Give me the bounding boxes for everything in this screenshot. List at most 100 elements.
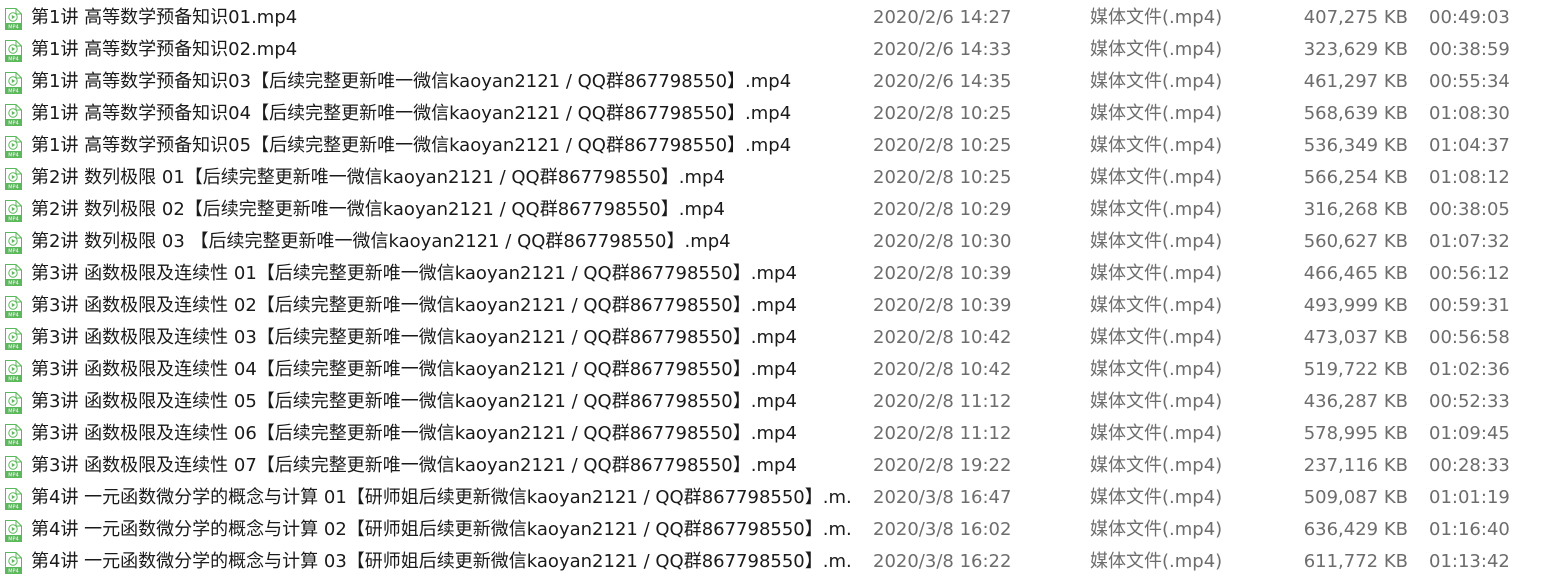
mp4-badge-label: MP4 <box>8 280 19 286</box>
file-type: 媒体文件(.mp4) <box>1090 135 1223 156</box>
file-name: 第1讲 高等数学预备知识01.mp4 <box>31 7 298 28</box>
mp4-badge-label: MP4 <box>8 408 19 414</box>
file-name: 第3讲 函数极限及连续性 01【后续完整更新唯一微信kaoyan2121 / Q… <box>31 263 797 284</box>
file-type: 媒体文件(.mp4) <box>1090 103 1223 124</box>
file-modified-date: 2020/2/8 11:12 <box>873 391 1012 412</box>
file-row[interactable]: MP4 第3讲 函数极限及连续性 07【后续完整更新唯一微信kaoyan2121 … <box>0 450 1548 482</box>
mp4-badge-label: MP4 <box>8 344 19 350</box>
file-type: 媒体文件(.mp4) <box>1090 519 1223 540</box>
file-modified-date: 2020/2/8 19:22 <box>873 455 1012 476</box>
mp4-file-icon: MP4 <box>4 200 22 222</box>
file-duration: 00:38:59 <box>1429 39 1510 60</box>
file-duration: 01:02:36 <box>1429 359 1510 380</box>
mp4-file-icon: MP4 <box>4 424 22 446</box>
file-name: 第1讲 高等数学预备知识03【后续完整更新唯一微信kaoyan2121 / QQ… <box>31 71 792 92</box>
file-modified-date: 2020/2/8 10:25 <box>873 167 1012 188</box>
file-name: 第4讲 一元函数微分学的概念与计算 02【研师姐后续更新微信kaoyan2121… <box>31 519 851 540</box>
file-row[interactable]: MP4 第3讲 函数极限及连续性 05【后续完整更新唯一微信kaoyan2121 … <box>0 386 1548 418</box>
file-modified-date: 2020/2/6 14:27 <box>873 7 1012 28</box>
file-row[interactable]: MP4 第1讲 高等数学预备知识02.mp4 2020/2/6 14:33 媒体文件(… <box>0 34 1548 66</box>
file-modified-date: 2020/2/8 11:12 <box>873 423 1012 444</box>
file-duration: 01:04:37 <box>1429 135 1510 156</box>
file-modified-date: 2020/2/8 10:42 <box>873 327 1012 348</box>
file-name: 第3讲 函数极限及连续性 04【后续完整更新唯一微信kaoyan2121 / Q… <box>31 359 797 380</box>
file-row[interactable]: MP4 第1讲 高等数学预备知识05【后续完整更新唯一微信kaoyan2121 /… <box>0 130 1548 162</box>
file-size: 536,349 KB <box>1303 135 1408 156</box>
file-list: MP4 第1讲 高等数学预备知识01.mp4 2020/2/6 14:27 媒体文件(… <box>0 2 1548 578</box>
file-row[interactable]: MP4 第2讲 数列极限 03 【后续完整更新唯一微信kaoyan2121 / Q… <box>0 226 1548 258</box>
mp4-badge-label: MP4 <box>8 440 19 446</box>
file-name: 第2讲 数列极限 03 【后续完整更新唯一微信kaoyan2121 / QQ群8… <box>31 231 731 252</box>
file-row[interactable]: MP4 第2讲 数列极限 02【后续完整更新唯一微信kaoyan2121 / QQ… <box>0 194 1548 226</box>
file-type: 媒体文件(.mp4) <box>1090 263 1223 284</box>
mp4-badge-label: MP4 <box>8 184 19 190</box>
file-row[interactable]: MP4 第2讲 数列极限 01【后续完整更新唯一微信kaoyan2121 / QQ… <box>0 162 1548 194</box>
mp4-badge-label: MP4 <box>8 472 19 478</box>
file-duration: 01:09:45 <box>1429 423 1510 444</box>
file-modified-date: 2020/2/8 10:25 <box>873 103 1012 124</box>
mp4-file-icon: MP4 <box>4 232 22 254</box>
file-modified-date: 2020/2/8 10:29 <box>873 199 1012 220</box>
file-modified-date: 2020/2/6 14:33 <box>873 39 1012 60</box>
file-row[interactable]: MP4 第1讲 高等数学预备知识03【后续完整更新唯一微信kaoyan2121 /… <box>0 66 1548 98</box>
mp4-badge-label: MP4 <box>8 56 19 62</box>
mp4-badge-label: MP4 <box>8 536 19 542</box>
file-size: 473,037 KB <box>1303 327 1408 348</box>
file-row[interactable]: MP4 第1讲 高等数学预备知识04【后续完整更新唯一微信kaoyan2121 /… <box>0 98 1548 130</box>
file-duration: 00:59:31 <box>1429 295 1510 316</box>
mp4-file-icon: MP4 <box>4 264 22 286</box>
file-duration: 01:08:12 <box>1429 167 1510 188</box>
mp4-badge-label: MP4 <box>8 312 19 318</box>
file-size: 493,999 KB <box>1303 295 1408 316</box>
file-type: 媒体文件(.mp4) <box>1090 71 1223 92</box>
file-name: 第1讲 高等数学预备知识05【后续完整更新唯一微信kaoyan2121 / QQ… <box>31 135 792 156</box>
file-row[interactable]: MP4 第3讲 函数极限及连续性 02【后续完整更新唯一微信kaoyan2121 … <box>0 290 1548 322</box>
file-size: 237,116 KB <box>1303 455 1408 476</box>
file-row[interactable]: MP4 第3讲 函数极限及连续性 04【后续完整更新唯一微信kaoyan2121 … <box>0 354 1548 386</box>
file-duration: 00:55:34 <box>1429 71 1510 92</box>
file-size: 560,627 KB <box>1303 231 1408 252</box>
file-size: 636,429 KB <box>1303 519 1408 540</box>
file-type: 媒体文件(.mp4) <box>1090 391 1223 412</box>
file-name: 第1讲 高等数学预备知识04【后续完整更新唯一微信kaoyan2121 / QQ… <box>31 103 792 124</box>
mp4-file-icon: MP4 <box>4 72 22 94</box>
mp4-file-icon: MP4 <box>4 360 22 382</box>
mp4-badge-label: MP4 <box>8 504 19 510</box>
file-type: 媒体文件(.mp4) <box>1090 455 1223 476</box>
file-duration: 01:08:30 <box>1429 103 1510 124</box>
file-row[interactable]: MP4 第4讲 一元函数微分学的概念与计算 02【研师姐后续更新微信kaoyan2… <box>0 514 1548 546</box>
mp4-badge-label: MP4 <box>8 568 19 574</box>
mp4-badge-label: MP4 <box>8 120 19 126</box>
file-row[interactable]: MP4 第1讲 高等数学预备知识01.mp4 2020/2/6 14:27 媒体文件(… <box>0 2 1548 34</box>
mp4-file-icon: MP4 <box>4 552 22 574</box>
file-type: 媒体文件(.mp4) <box>1090 487 1223 508</box>
file-type: 媒体文件(.mp4) <box>1090 551 1223 572</box>
file-size: 407,275 KB <box>1303 7 1408 28</box>
file-type: 媒体文件(.mp4) <box>1090 359 1223 380</box>
file-row[interactable]: MP4 第3讲 函数极限及连续性 03【后续完整更新唯一微信kaoyan2121 … <box>0 322 1548 354</box>
mp4-badge-label: MP4 <box>8 24 19 30</box>
file-duration: 01:16:40 <box>1429 519 1510 540</box>
file-size: 323,629 KB <box>1303 39 1408 60</box>
file-type: 媒体文件(.mp4) <box>1090 167 1223 188</box>
file-duration: 00:52:33 <box>1429 391 1510 412</box>
file-modified-date: 2020/2/8 10:42 <box>873 359 1012 380</box>
mp4-file-icon: MP4 <box>4 40 22 62</box>
mp4-file-icon: MP4 <box>4 328 22 350</box>
file-name: 第3讲 函数极限及连续性 03【后续完整更新唯一微信kaoyan2121 / Q… <box>31 327 797 348</box>
file-size: 568,639 KB <box>1303 103 1408 124</box>
file-type: 媒体文件(.mp4) <box>1090 327 1223 348</box>
file-size: 461,297 KB <box>1303 71 1408 92</box>
file-row[interactable]: MP4 第4讲 一元函数微分学的概念与计算 03【研师姐后续更新微信kaoyan2… <box>0 546 1548 578</box>
file-row[interactable]: MP4 第4讲 一元函数微分学的概念与计算 01【研师姐后续更新微信kaoyan2… <box>0 482 1548 514</box>
file-name: 第3讲 函数极限及连续性 02【后续完整更新唯一微信kaoyan2121 / Q… <box>31 295 797 316</box>
file-size: 611,772 KB <box>1303 551 1408 572</box>
file-modified-date: 2020/2/8 10:25 <box>873 135 1012 156</box>
mp4-file-icon: MP4 <box>4 168 22 190</box>
file-row[interactable]: MP4 第3讲 函数极限及连续性 01【后续完整更新唯一微信kaoyan2121 … <box>0 258 1548 290</box>
mp4-badge-label: MP4 <box>8 152 19 158</box>
mp4-file-icon: MP4 <box>4 136 22 158</box>
file-duration: 01:07:32 <box>1429 231 1510 252</box>
mp4-file-icon: MP4 <box>4 456 22 478</box>
file-row[interactable]: MP4 第3讲 函数极限及连续性 06【后续完整更新唯一微信kaoyan2121 … <box>0 418 1548 450</box>
